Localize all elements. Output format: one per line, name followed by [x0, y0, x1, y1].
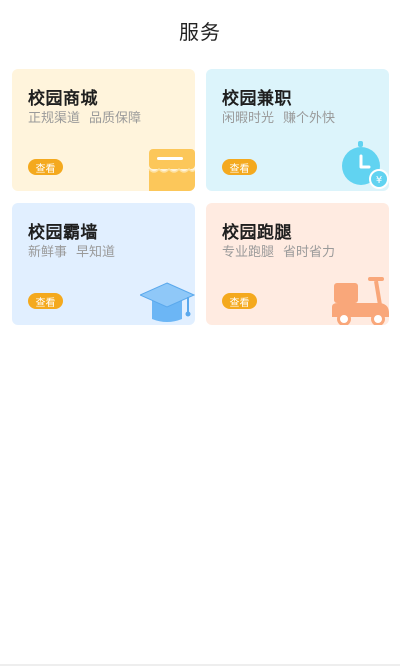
- card-title: 校园跑腿: [222, 223, 292, 243]
- page-title: 服务: [179, 19, 221, 44]
- card-campus-wall[interactable]: 校园霸墙 新鲜事 早知道 查看: [12, 203, 195, 325]
- card-tag: 赚个外快: [283, 111, 336, 126]
- view-button[interactable]: 查看: [28, 293, 63, 309]
- card-title: 校园商城: [28, 89, 98, 109]
- card-tag: 专业跑腿: [222, 245, 275, 260]
- page-header: 服务: [0, 0, 400, 60]
- card-tag: 新鲜事: [28, 245, 68, 260]
- card-campus-errand[interactable]: 校园跑腿 专业跑腿 省时省力 查看: [206, 203, 389, 325]
- view-button[interactable]: 查看: [222, 293, 257, 309]
- card-tag: 正规渠道: [28, 111, 81, 126]
- card-title: 校园兼职: [222, 89, 292, 109]
- card-tag: 早知道: [76, 245, 116, 260]
- graduation-cap-icon: [140, 282, 195, 322]
- scooter-icon: [332, 277, 389, 325]
- view-button[interactable]: 查看: [28, 159, 63, 175]
- store-awning-icon: [148, 149, 195, 191]
- view-button[interactable]: 查看: [222, 159, 257, 175]
- card-tag: 品质保障: [89, 111, 142, 126]
- card-tag: 闲暇时光: [222, 111, 275, 126]
- card-campus-parttime[interactable]: 校园兼职 闲暇时光 赚个外快 查看 ¥: [206, 69, 389, 191]
- card-subtitle: 专业跑腿 省时省力: [222, 241, 335, 260]
- card-title: 校园霸墙: [28, 223, 98, 243]
- card-campus-mall[interactable]: 校园商城 正规渠道 品质保障 查看: [12, 69, 195, 191]
- card-subtitle: 闲暇时光 赚个外快: [222, 107, 335, 126]
- card-tag: 省时省力: [283, 245, 336, 260]
- svg-text:¥: ¥: [376, 175, 382, 186]
- card-subtitle: 新鲜事 早知道: [28, 241, 115, 260]
- card-subtitle: 正规渠道 品质保障: [28, 107, 141, 126]
- clock-money-icon: ¥: [342, 141, 389, 189]
